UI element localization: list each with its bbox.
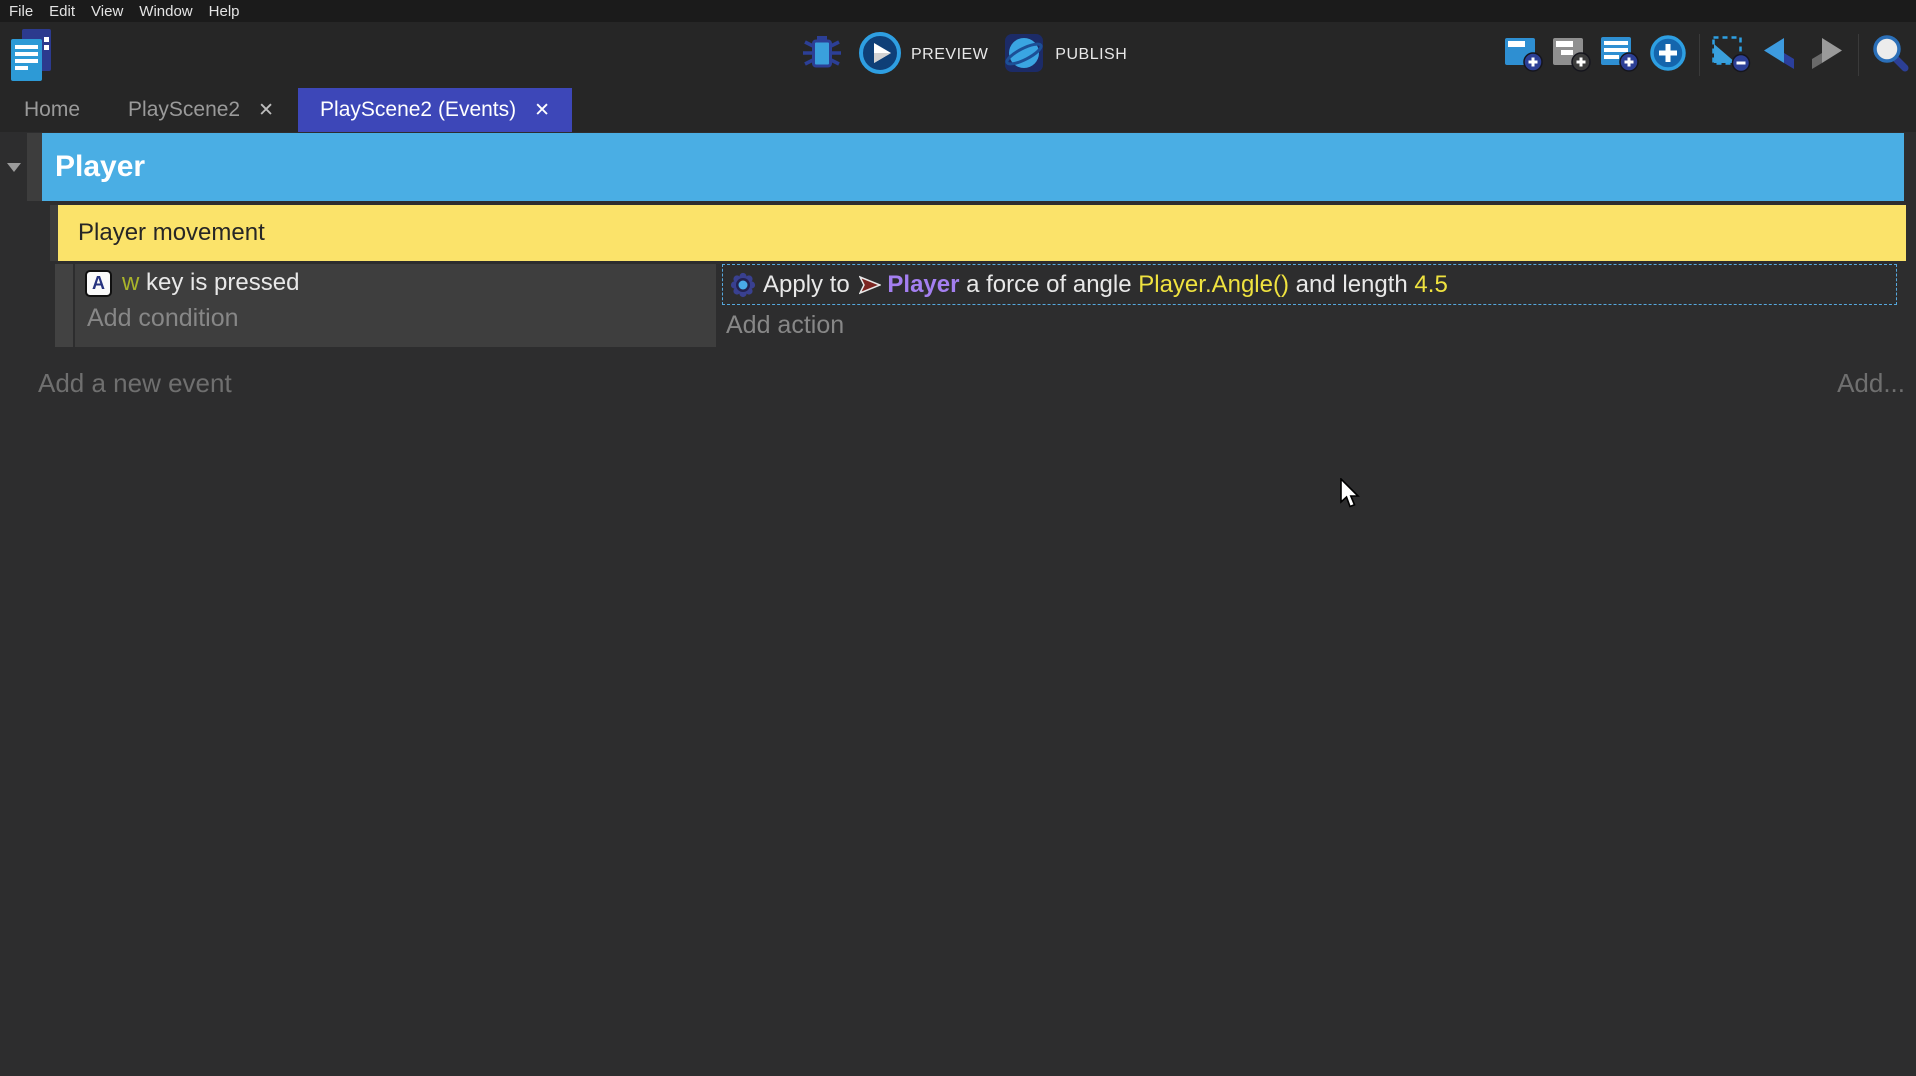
action-text-prefix: Apply to: [763, 271, 856, 299]
menu-file[interactable]: File: [9, 3, 33, 20]
action-angle-expression: Player.Angle(): [1138, 271, 1289, 299]
preview-button[interactable]: PREVIEW: [858, 31, 988, 80]
menu-window[interactable]: Window: [139, 3, 192, 20]
action-text-and-length: and length: [1289, 271, 1414, 299]
chevron-down-icon[interactable]: [7, 163, 21, 172]
event-group-header[interactable]: Player: [42, 133, 1904, 201]
event-group-row: Player: [0, 133, 1916, 201]
debug-bug-icon: [800, 31, 844, 80]
tab-label: PlayScene2 (Events): [320, 98, 516, 122]
delete-selection-icon: [1711, 33, 1751, 78]
conditions-column: A w key is pressed Add condition: [75, 264, 716, 347]
project-manager-icon: [8, 69, 54, 86]
add-comment-button[interactable]: [1598, 31, 1642, 79]
comment-text: Player movement: [78, 219, 265, 247]
group-title: Player: [55, 150, 145, 184]
add-new-event-button[interactable]: Add a new event: [38, 368, 232, 399]
condition-key-pressed[interactable]: A w key is pressed: [75, 264, 716, 297]
preview-label: PREVIEW: [911, 46, 988, 64]
comment-row: Player movement: [0, 205, 1916, 261]
add-event-icon: [1504, 33, 1544, 78]
condition-key-name: w: [122, 269, 139, 296]
tab-label: PlayScene2: [128, 98, 240, 122]
undo-button[interactable]: [1757, 31, 1801, 79]
main-toolbar: PREVIEW PUBLISH: [0, 22, 1916, 88]
tab-playscene2[interactable]: PlayScene2 ✕: [104, 88, 298, 132]
add-subevent-icon: [1552, 33, 1592, 78]
tab-label: Home: [24, 98, 80, 122]
add-action-button[interactable]: Add action: [726, 311, 1897, 340]
search-events-button[interactable]: [1868, 31, 1912, 79]
undo-icon: [1759, 33, 1799, 78]
player-object-icon: [859, 275, 881, 295]
toolbar-separator: [1699, 34, 1700, 76]
action-length-value: 4.5: [1414, 271, 1447, 299]
event-row: A w key is pressed Add condition: [0, 264, 1916, 347]
add-event-choice-icon: [1647, 32, 1689, 79]
gdevelop-window: File Edit View Window Help: [0, 0, 1916, 1076]
events-toolbar: [1502, 22, 1912, 88]
search-icon: [1870, 33, 1910, 78]
menu-help[interactable]: Help: [209, 3, 240, 20]
add-event-button[interactable]: [1502, 31, 1546, 79]
publish-globe-icon: [1002, 31, 1046, 80]
tab-playscene2-events[interactable]: PlayScene2 (Events) ✕: [298, 88, 572, 132]
close-icon[interactable]: ✕: [258, 101, 274, 120]
publish-button[interactable]: PUBLISH: [1002, 31, 1127, 80]
comment-drag-handle[interactable]: [50, 205, 58, 261]
toolbar-center: PREVIEW PUBLISH: [800, 22, 1127, 88]
toolbar-separator: [1858, 34, 1859, 76]
add-subevent-button[interactable]: [1550, 31, 1594, 79]
close-icon[interactable]: ✕: [534, 101, 550, 120]
add-more-button[interactable]: Add...: [1837, 368, 1905, 399]
tab-home[interactable]: Home: [0, 88, 104, 132]
comment-block[interactable]: Player movement: [58, 205, 1906, 261]
add-comment-icon: [1600, 33, 1640, 78]
events-sheet: Player Player movement A w key is presse…: [0, 132, 1916, 1076]
actions-column: Apply to Player a force of angle Player.…: [722, 264, 1897, 347]
debug-button[interactable]: [800, 31, 844, 79]
group-drag-handle[interactable]: [27, 133, 42, 201]
add-event-choice-button[interactable]: [1646, 31, 1690, 79]
keyboard-key-icon: A: [85, 270, 112, 297]
event-drag-handle[interactable]: [55, 264, 73, 347]
action-apply-force[interactable]: Apply to Player a force of angle Player.…: [722, 264, 1897, 305]
menu-edit[interactable]: Edit: [49, 3, 75, 20]
force-gear-icon: [730, 272, 756, 298]
redo-icon: [1807, 33, 1847, 78]
condition-text: key is pressed: [139, 269, 299, 296]
publish-label: PUBLISH: [1055, 46, 1127, 64]
action-text-middle: a force of angle: [959, 271, 1138, 299]
action-object-name: Player: [887, 271, 959, 299]
delete-selection-button[interactable]: [1709, 31, 1753, 79]
redo-button[interactable]: [1805, 31, 1849, 79]
tab-bar: Home PlayScene2 ✕ PlayScene2 (Events) ✕: [0, 88, 1916, 132]
preview-play-icon: [858, 31, 902, 80]
menu-bar: File Edit View Window Help: [0, 0, 1916, 22]
add-condition-button[interactable]: Add condition: [87, 304, 716, 333]
project-manager-button[interactable]: [8, 28, 54, 82]
menu-view[interactable]: View: [91, 3, 123, 20]
